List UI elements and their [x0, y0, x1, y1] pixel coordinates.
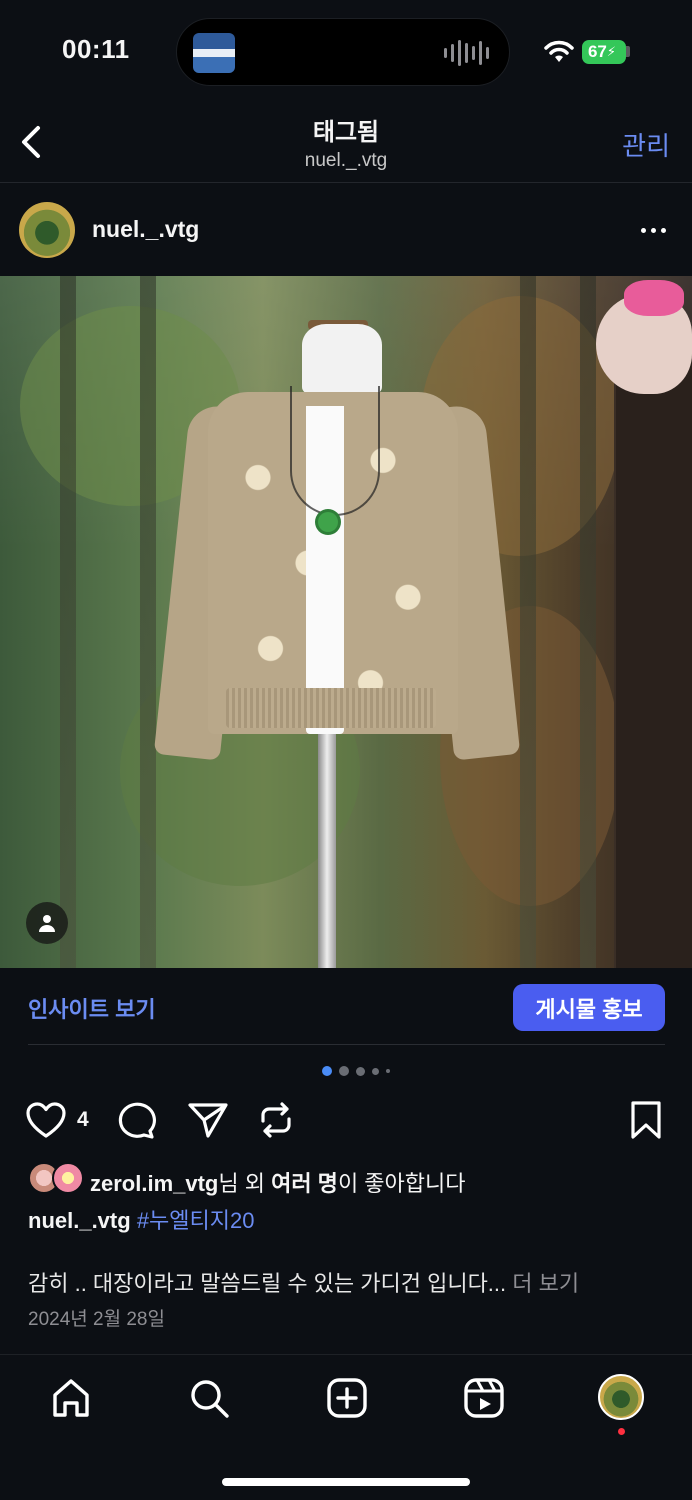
caption-header: nuel._.vtg #누엘티지20	[28, 1203, 254, 1235]
carousel-dot	[386, 1069, 390, 1073]
create-icon	[327, 1378, 367, 1418]
nav-reels[interactable]	[460, 1374, 508, 1422]
more-options-icon[interactable]	[636, 220, 670, 240]
nav-search[interactable]	[185, 1374, 233, 1422]
mannequin-stand	[318, 726, 336, 968]
plush-bow	[624, 280, 684, 316]
post-date: 2024년 2월 28일	[28, 1309, 165, 1330]
carousel-indicator	[322, 1066, 390, 1076]
header-divider	[0, 182, 692, 183]
search-icon	[191, 1380, 229, 1418]
heart-icon	[26, 1102, 66, 1138]
battery-tip	[626, 46, 630, 57]
caption-more-link[interactable]: 더 보기	[506, 1271, 579, 1296]
tagged-people-button[interactable]	[26, 902, 68, 944]
liker-avatars[interactable]	[28, 1162, 86, 1194]
like-button[interactable]	[24, 1100, 68, 1140]
promote-post-button[interactable]: 게시물 홍보	[513, 984, 665, 1031]
liker-avatar	[52, 1162, 84, 1194]
post-author-avatar[interactable]	[19, 202, 75, 258]
caption-text: 감히 .. 대장이라고 말씀드릴 수 있는 가디건 입니다... 더 보기	[28, 1266, 579, 1298]
clover-pendant	[318, 512, 338, 532]
caption-body: 감히 .. 대장이라고 말씀드릴 수 있는 가디건 입니다...	[28, 1271, 507, 1296]
post-photo[interactable]	[0, 276, 692, 968]
battery-level: 67	[587, 42, 607, 61]
bookmark-icon	[631, 1101, 661, 1139]
cardigan-hem	[226, 688, 436, 728]
nav-divider	[0, 1354, 692, 1355]
mannequin-neck	[302, 324, 382, 394]
necklace	[290, 386, 380, 516]
repost-icon	[261, 1102, 291, 1138]
insights-divider	[28, 1044, 665, 1045]
carousel-dot	[322, 1066, 332, 1076]
status-time: 00:11	[62, 34, 130, 64]
battery-indicator: 67 ⚡	[582, 40, 626, 64]
nav-home[interactable]	[47, 1374, 95, 1422]
reels-icon	[464, 1378, 504, 1418]
dynamic-island[interactable]	[176, 18, 510, 86]
carousel-dot	[372, 1067, 379, 1075]
caption-username[interactable]: nuel._.vtg	[28, 1208, 131, 1233]
page-subtitle: nuel._.vtg	[304, 150, 388, 171]
share-button[interactable]	[186, 1100, 230, 1140]
notification-dot	[618, 1428, 625, 1435]
tagged-person-icon	[39, 915, 55, 932]
likes-suffix-1: 님 외	[218, 1171, 272, 1196]
live-activity-thumbnail	[193, 33, 235, 73]
nav-profile-avatar[interactable]	[598, 1374, 644, 1420]
liker-username[interactable]: zerol.im_vtg	[90, 1171, 218, 1196]
caption-hashtag[interactable]: #누엘티지20	[137, 1208, 255, 1233]
carousel-dot	[339, 1066, 349, 1076]
like-count[interactable]: 4	[77, 1108, 89, 1132]
background-cabinet	[614, 356, 692, 968]
comment-icon	[118, 1102, 156, 1139]
view-insights-link[interactable]: 인사이트 보기	[28, 992, 156, 1024]
battery-charging-icon: ⚡	[606, 44, 617, 59]
save-button[interactable]	[626, 1100, 666, 1140]
manage-button[interactable]: 관리	[622, 126, 670, 163]
post-author-username[interactable]: nuel._.vtg	[92, 216, 199, 243]
comment-button[interactable]	[114, 1100, 158, 1140]
audio-wave-icon	[444, 39, 489, 67]
likes-others[interactable]: 여러 명	[271, 1171, 338, 1196]
repost-button[interactable]	[254, 1100, 298, 1140]
likes-suffix-2: 이 좋아합니다	[337, 1171, 466, 1196]
nav-create[interactable]	[323, 1374, 371, 1422]
home-icon	[53, 1379, 89, 1417]
carousel-dot	[356, 1066, 365, 1076]
page-title: 태그됨	[312, 119, 380, 146]
send-icon	[188, 1103, 228, 1138]
home-indicator[interactable]	[222, 1478, 470, 1486]
wifi-icon	[544, 40, 574, 62]
likes-summary[interactable]: zerol.im_vtg님 외 여러 명이 좋아합니다	[90, 1166, 466, 1198]
